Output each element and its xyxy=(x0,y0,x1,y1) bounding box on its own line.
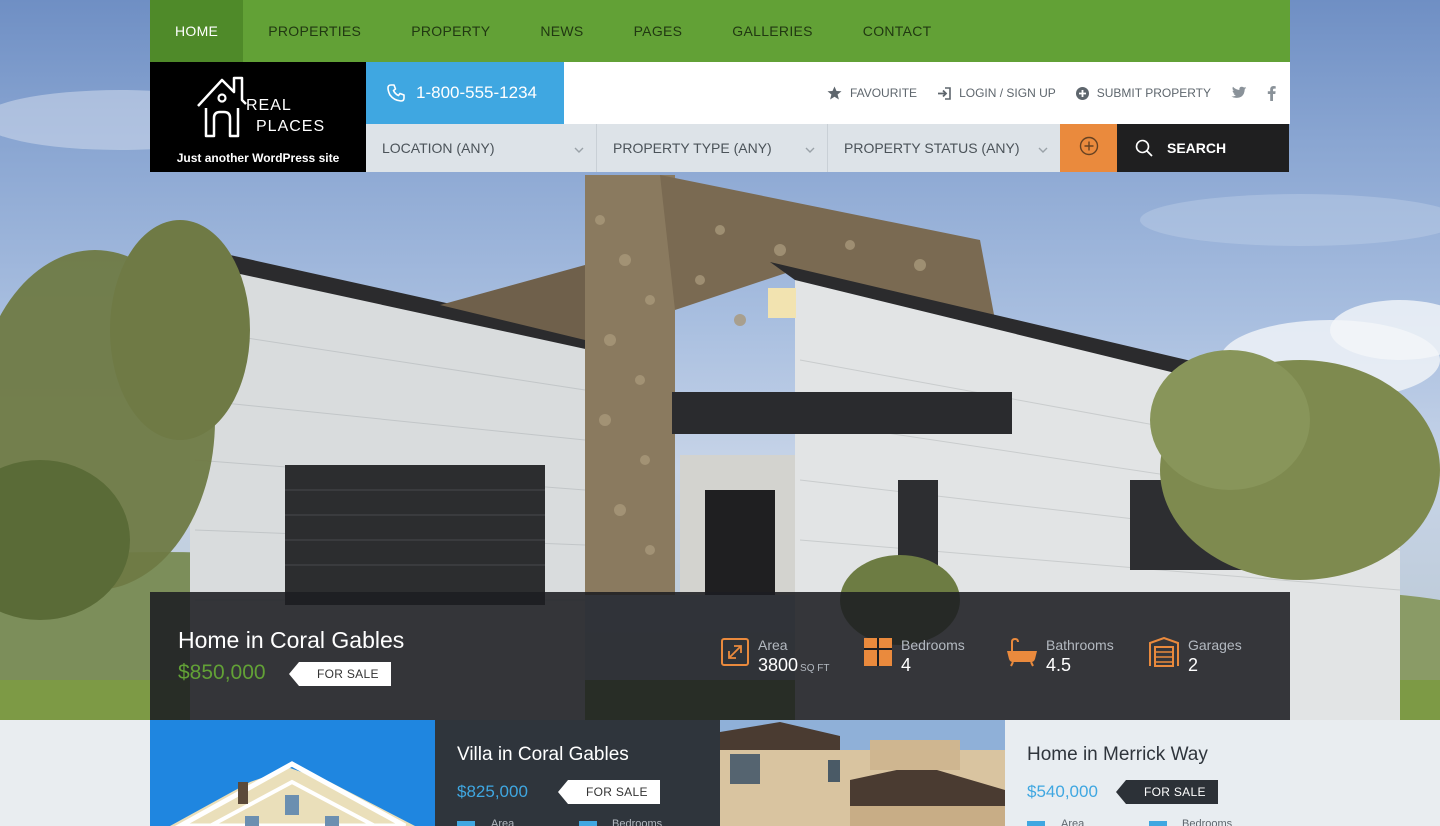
nav-item-home[interactable]: HOME xyxy=(150,0,244,62)
utility-bar: FAVOURITE LOGIN / SIGN UP SUBMIT PROPERT… xyxy=(564,62,1290,124)
logo-text-line1: REAL xyxy=(246,97,292,114)
meta-bathrooms-label: Bathrooms xyxy=(1046,637,1114,653)
area-icon xyxy=(457,821,475,826)
property-card-image[interactable] xyxy=(720,720,1005,826)
featured-property-price: $850,000 xyxy=(178,661,266,684)
meta-bedrooms-label: Bedrooms xyxy=(901,637,965,653)
site-logo[interactable]: REAL PLACES Just another WordPress site xyxy=(150,62,366,172)
meta-bathrooms-value: 4.5 xyxy=(1046,655,1072,675)
meta-bedrooms-label: Bedrooms xyxy=(612,818,663,826)
site-tagline: Just another WordPress site xyxy=(176,151,340,165)
garage-icon xyxy=(1148,637,1180,677)
bathtub-icon xyxy=(1006,637,1038,677)
bed-icon xyxy=(579,821,597,826)
meta-area-unit: SQ FT xyxy=(800,663,830,674)
property-card-info: Home in Merrick Way $540,000 FOR SALE Ar… xyxy=(1005,720,1290,826)
search-icon xyxy=(1135,139,1153,157)
nav-item-pages[interactable]: PAGES xyxy=(609,0,708,62)
favourite-label: FAVOURITE xyxy=(849,86,918,100)
nav-item-property[interactable]: PROPERTY xyxy=(386,0,515,62)
meta-area-label: Area xyxy=(491,818,515,826)
phone-icon xyxy=(386,83,406,103)
property-card-image[interactable] xyxy=(150,720,435,826)
phone-number: 1-800-555-1234 xyxy=(416,83,537,102)
meta-bedrooms-value: 4 xyxy=(901,655,912,675)
twitter-icon[interactable] xyxy=(1231,86,1247,100)
property-card-title[interactable]: Home in Merrick Way xyxy=(1027,744,1208,766)
property-type-select[interactable]: PROPERTY TYPE (ANY) xyxy=(597,124,828,172)
nav-item-contact[interactable]: CONTACT xyxy=(838,0,957,62)
main-navigation: HOME PROPERTIES PROPERTY NEWS PAGES GALL… xyxy=(150,0,1290,62)
search-button[interactable]: SEARCH xyxy=(1117,124,1289,172)
featured-property-overlay: Home in Coral Gables $850,000 FOR SALE A… xyxy=(150,592,1290,720)
star-icon xyxy=(827,86,842,100)
chevron-down-icon xyxy=(805,140,815,156)
favourite-link[interactable]: FAVOURITE xyxy=(827,86,917,100)
location-select-value: LOCATION (ANY) xyxy=(382,140,495,156)
meta-garages-label: Garages xyxy=(1188,637,1242,653)
property-card-price: $540,000 xyxy=(1027,782,1098,801)
bed-icon xyxy=(863,637,893,677)
login-signup-link[interactable]: LOGIN / SIGN UP xyxy=(937,86,1056,100)
meta-area-value: 3800 xyxy=(758,655,799,675)
property-card-title[interactable]: Villa in Coral Gables xyxy=(457,744,629,766)
meta-area-label: Area xyxy=(1061,818,1085,826)
nav-item-news[interactable]: NEWS xyxy=(515,0,608,62)
nav-item-properties[interactable]: PROPERTIES xyxy=(243,0,386,62)
area-icon xyxy=(1027,821,1045,826)
nav-item-galleries[interactable]: GALLERIES xyxy=(707,0,838,62)
meta-bathrooms: Bathrooms 4.5 xyxy=(1006,637,1114,677)
submit-property-label: SUBMIT PROPERTY xyxy=(1096,86,1211,100)
submit-property-link[interactable]: SUBMIT PROPERTY xyxy=(1075,86,1211,100)
login-label: LOGIN / SIGN UP xyxy=(959,86,1056,100)
status-badge: FOR SALE xyxy=(289,662,391,686)
property-status-select[interactable]: PROPERTY STATUS (ANY) xyxy=(828,124,1060,172)
meta-garages: Garages 2 xyxy=(1148,637,1242,677)
logo-text-line2: PLACES xyxy=(256,118,326,135)
status-badge: FOR SALE xyxy=(558,780,660,804)
meta-bedrooms: Bedrooms 4 xyxy=(863,637,965,677)
meta-bedrooms-label: Bedrooms xyxy=(1182,818,1233,826)
house-logo-icon xyxy=(194,74,250,145)
property-type-select-value: PROPERTY TYPE (ANY) xyxy=(613,140,772,156)
facebook-icon[interactable] xyxy=(1267,85,1276,101)
property-card-price: $825,000 xyxy=(457,782,528,801)
advanced-search-button[interactable] xyxy=(1060,124,1117,172)
featured-property-title[interactable]: Home in Coral Gables xyxy=(178,627,404,654)
property-search-bar: LOCATION (ANY) PROPERTY TYPE (ANY) PROPE… xyxy=(366,124,1290,172)
meta-area: Area 3800 SQ FT xyxy=(720,637,830,681)
phone-contact[interactable]: 1-800-555-1234 xyxy=(366,62,564,124)
plus-circle-icon xyxy=(1075,86,1089,100)
chevron-down-icon xyxy=(1038,140,1048,156)
property-card-info: Villa in Coral Gables $825,000 FOR SALE … xyxy=(435,720,720,826)
search-button-label: SEARCH xyxy=(1167,140,1227,156)
bed-icon xyxy=(1149,821,1167,826)
plus-circle-icon xyxy=(1079,136,1099,161)
login-icon xyxy=(937,86,951,100)
status-badge: FOR SALE xyxy=(1116,780,1218,804)
chevron-down-icon xyxy=(574,140,584,156)
meta-area-label: Area xyxy=(758,637,788,653)
location-select[interactable]: LOCATION (ANY) xyxy=(366,124,597,172)
property-status-select-value: PROPERTY STATUS (ANY) xyxy=(844,140,1020,156)
meta-garages-value: 2 xyxy=(1188,655,1199,675)
area-icon xyxy=(720,637,750,681)
